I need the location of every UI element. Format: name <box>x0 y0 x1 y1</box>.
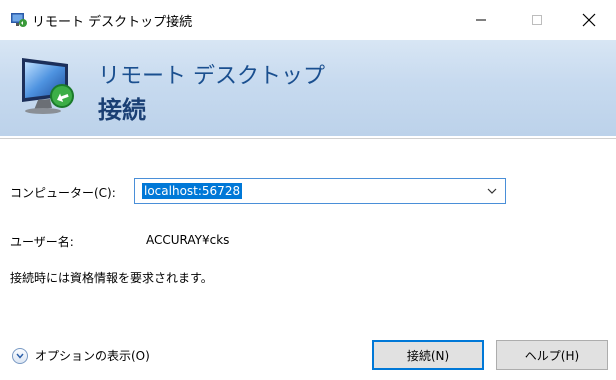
title-bar: リモート デスクトップ接続 <box>0 0 616 40</box>
minimize-icon <box>476 19 486 21</box>
connect-button[interactable]: 接続(N) <box>372 340 484 370</box>
window-title: リモート デスクトップ接続 <box>32 15 193 30</box>
banner-divider <box>0 138 616 139</box>
close-icon <box>582 13 596 27</box>
maximize-icon <box>532 15 542 25</box>
maximize-button[interactable] <box>514 0 560 40</box>
banner-title-line1: リモート デスクトップ <box>98 64 325 89</box>
minimize-button[interactable] <box>458 0 504 40</box>
close-button[interactable] <box>566 0 612 40</box>
help-button-label: ヘルプ(H) <box>524 348 580 363</box>
banner-title-line2: 接続 <box>98 96 146 124</box>
credential-info-text: 接続時には資格情報を要求されます。 <box>10 271 213 285</box>
show-options-label[interactable]: オプションの表示(O) <box>35 347 150 364</box>
computer-combobox[interactable]: localhost:56728 <box>134 178 506 204</box>
help-button[interactable]: ヘルプ(H) <box>496 340 608 370</box>
computer-input[interactable]: localhost:56728 <box>142 183 243 199</box>
show-options-toggle[interactable]: オプションの表示(O) <box>12 347 150 364</box>
connect-button-label: 接続(N) <box>406 348 450 363</box>
chevron-down-icon <box>16 353 24 359</box>
remote-desktop-app-icon <box>11 13 27 27</box>
header-banner: リモート デスクトップ 接続 <box>0 40 616 136</box>
computer-label: コンピューター(C): <box>10 186 116 200</box>
chevron-down-icon[interactable] <box>487 187 497 195</box>
username-value: ACCURAY¥cks <box>146 233 230 247</box>
expand-circle-icon[interactable] <box>12 347 28 364</box>
remote-desktop-monitor-icon <box>22 58 74 114</box>
username-label: ユーザー名: <box>10 235 74 249</box>
